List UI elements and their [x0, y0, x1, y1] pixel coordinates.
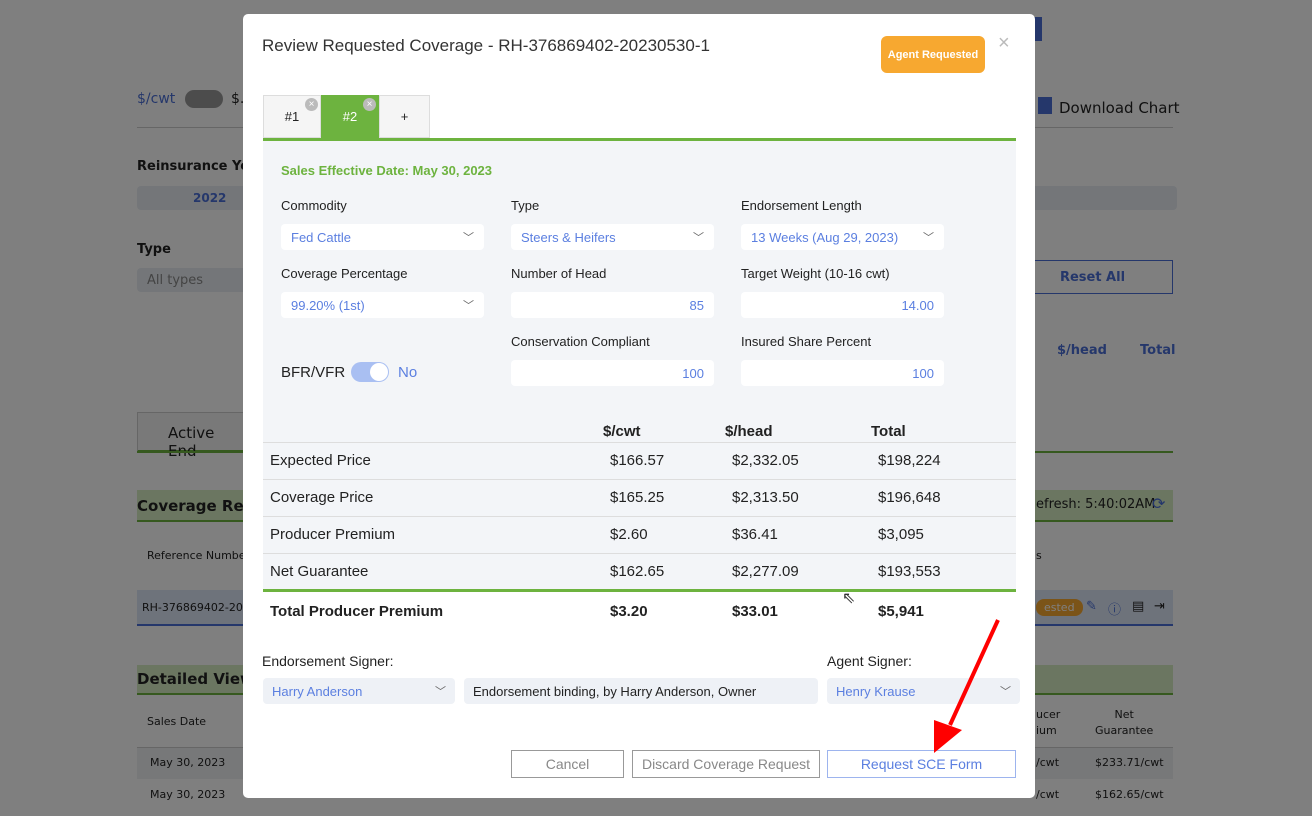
endorsement-signer-value: Harry Anderson: [272, 683, 363, 699]
target-weight-input[interactable]: 14.00: [741, 292, 944, 318]
chevron-down-icon: ﹀: [435, 686, 446, 698]
add-tab-button[interactable]: +: [379, 95, 430, 138]
cell: $166.57: [603, 441, 725, 479]
row-label: Coverage Price: [263, 478, 603, 516]
binding-text: Endorsement binding, by Harry Anderson, …: [473, 683, 757, 699]
table-row: Coverage Price $165.25 $2,313.50 $196,648: [263, 478, 1016, 516]
premium-table: $/cwt $/head Total Expected Price $166.57 $2…: [263, 416, 1016, 632]
agent-signer-value: Henry Krause: [836, 683, 916, 699]
target-weight-label: Target Weight (10-16 cwt): [741, 266, 890, 281]
conservation-compliant-label: Conservation Compliant: [511, 334, 650, 349]
tab-label: #2: [342, 109, 358, 124]
agent-requested-badge: Agent Requested: [881, 36, 985, 73]
discard-coverage-request-button[interactable]: Discard Coverage Request: [632, 750, 820, 778]
total-row: Total Producer Premium $3.20 $33.01 $5,941: [263, 588, 1016, 632]
tab-1[interactable]: #1 ×: [263, 95, 321, 138]
tab-label: #1: [284, 109, 300, 124]
chevron-down-icon: ﹀: [923, 232, 934, 244]
cell: $36.41: [725, 515, 871, 553]
close-icon[interactable]: ×: [998, 32, 1010, 55]
coverage-percentage-label: Coverage Percentage: [281, 266, 408, 281]
row-label: Net Guarantee: [263, 552, 603, 590]
bfr-vfr-toggle[interactable]: [351, 362, 389, 382]
agent-signer-label: Agent Signer:: [827, 653, 912, 669]
col-header-head: $/head: [725, 422, 773, 440]
endorsement-signer-select[interactable]: Harry Anderson ﹀: [263, 678, 455, 704]
cell: $165.25: [603, 478, 725, 516]
mouse-cursor-icon: ⇖: [842, 588, 856, 607]
cell: $2,277.09: [725, 552, 871, 590]
table-row: Net Guarantee $162.65 $2,277.09 $193,553: [263, 552, 1016, 590]
bfr-vfr-label: BFR/VFR: [281, 364, 346, 381]
commodity-value: Fed Cattle: [291, 229, 351, 245]
tab-label: +: [400, 109, 409, 124]
col-header: [263, 416, 603, 442]
coverage-percentage-select[interactable]: 99.20% (1st) ﹀: [281, 292, 484, 318]
binding-text-field[interactable]: Endorsement binding, by Harry Anderson, …: [464, 678, 818, 704]
review-coverage-modal: Review Requested Coverage - RH-376869402…: [243, 14, 1035, 798]
endorsement-length-label: Endorsement Length: [741, 198, 862, 213]
cell: $3.20: [603, 588, 725, 632]
cell: $3,095: [871, 515, 1016, 553]
chevron-down-icon: ﹀: [463, 300, 474, 312]
commodity-select[interactable]: Fed Cattle ﹀: [281, 224, 484, 250]
chevron-down-icon: ﹀: [693, 232, 704, 244]
cell: $2,313.50: [725, 478, 871, 516]
row-label: Producer Premium: [263, 515, 603, 553]
modal-title: Review Requested Coverage - RH-376869402…: [262, 36, 710, 55]
cell: $2,332.05: [725, 441, 871, 479]
cell: $162.65: [603, 552, 725, 590]
coverage-percentage-value: 99.20% (1st): [291, 297, 365, 313]
close-tab-icon[interactable]: ×: [363, 98, 376, 111]
insured-share-input[interactable]: 100: [741, 360, 944, 386]
type-label: Type: [511, 198, 540, 213]
table-row: Expected Price $166.57 $2,332.05 $198,224: [263, 441, 1016, 479]
chevron-down-icon: ﹀: [463, 232, 474, 244]
col-header-total: Total: [871, 422, 906, 440]
table-row: Producer Premium $2.60 $36.41 $3,095: [263, 515, 1016, 553]
cell: $193,553: [871, 552, 1016, 590]
cancel-button[interactable]: Cancel: [511, 750, 624, 778]
cell: $196,648: [871, 478, 1016, 516]
type-select[interactable]: Steers & Heifers ﹀: [511, 224, 714, 250]
endorsement-signer-label: Endorsement Signer:: [262, 653, 394, 669]
endorsement-length-value: 13 Weeks (Aug 29, 2023): [751, 229, 899, 245]
sales-effective-date: Sales Effective Date: May 30, 2023: [281, 163, 493, 178]
conservation-compliant-input[interactable]: 100: [511, 360, 714, 386]
cell: $2.60: [603, 515, 725, 553]
row-label: Expected Price: [263, 441, 603, 479]
cell: $198,224: [871, 441, 1016, 479]
commodity-label: Commodity: [281, 198, 347, 213]
tab-2[interactable]: #2 ×: [321, 95, 379, 138]
number-of-head-input[interactable]: 85: [511, 292, 714, 318]
annotation-arrow: [934, 619, 1000, 753]
endorsement-length-select[interactable]: 13 Weeks (Aug 29, 2023) ﹀: [741, 224, 944, 250]
row-label: Total Producer Premium: [263, 588, 603, 632]
coverage-tabs: #1 × #2 × +: [263, 95, 430, 138]
coverage-panel: Sales Effective Date: May 30, 2023 Commo…: [263, 138, 1016, 632]
bfr-vfr-value: No: [398, 364, 418, 381]
col-header-cwt: $/cwt: [603, 422, 641, 440]
number-of-head-label: Number of Head: [511, 266, 607, 281]
insured-share-label: Insured Share Percent: [741, 334, 872, 349]
type-value: Steers & Heifers: [521, 229, 616, 245]
close-tab-icon[interactable]: ×: [305, 98, 318, 111]
